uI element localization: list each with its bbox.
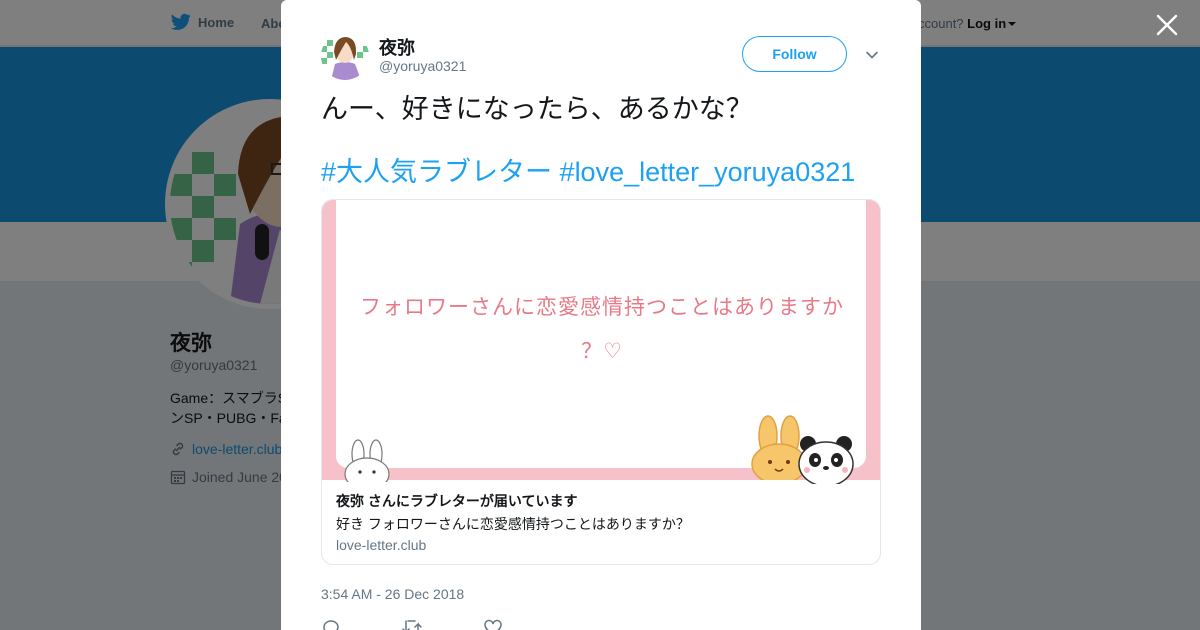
follow-button[interactable]: Follow <box>742 36 847 72</box>
hashtag-link[interactable]: #大人気ラブレター <box>321 157 552 187</box>
close-icon <box>1156 14 1178 36</box>
reply-icon[interactable] <box>321 618 341 630</box>
tweet-actions <box>321 618 503 630</box>
card-image-text: フォロワーさんに恋愛感情持つことはありますか ？♡ <box>352 286 852 374</box>
hashtag-link[interactable]: #love_letter_yoruya0321 <box>560 157 856 187</box>
card-image-line: ？♡ <box>581 340 623 363</box>
tweet-hashtags: #大人気ラブレター #love_letter_yoruya0321 <box>321 153 891 191</box>
tweet-timestamp[interactable]: 3:54 AM - 26 Dec 2018 <box>321 586 464 602</box>
like-icon[interactable] <box>483 618 503 630</box>
card-description: 好き フォロワーさんに恋愛感情持つことはありますか？ <box>336 516 690 532</box>
card-image: フォロワーさんに恋愛感情持つことはありますか ？♡ <box>322 200 880 484</box>
card-title: 夜弥 さんにラブレターが届いています <box>336 493 578 509</box>
card-domain: love-letter.club <box>336 537 427 553</box>
avatar-illustration-icon <box>321 32 369 80</box>
tweet-text: んー、好きになったら、あるかな？ <box>321 94 753 124</box>
author-name[interactable]: 夜弥 <box>379 34 415 60</box>
chevron-down-icon <box>866 51 878 59</box>
author-handle[interactable]: @yoruya0321 <box>379 58 466 74</box>
tweet-modal: 夜弥 @yoruya0321 Follow んー、好きになったら、あるかな？ #… <box>281 0 921 630</box>
link-preview-card[interactable]: フォロワーさんに恋愛感情持つことはありますか ？♡ 夜弥 さんにラブレターが届い… <box>321 199 881 565</box>
bunny-illustration-icon <box>344 439 390 482</box>
close-modal-button[interactable] <box>1154 12 1180 38</box>
card-image-line: フォロワーさんに恋愛感情持つことはありますか <box>360 296 844 319</box>
panda-illustration-icon <box>798 436 854 484</box>
retweet-icon[interactable] <box>401 618 423 630</box>
more-options-button[interactable] <box>864 47 880 63</box>
author-avatar[interactable] <box>321 32 369 80</box>
